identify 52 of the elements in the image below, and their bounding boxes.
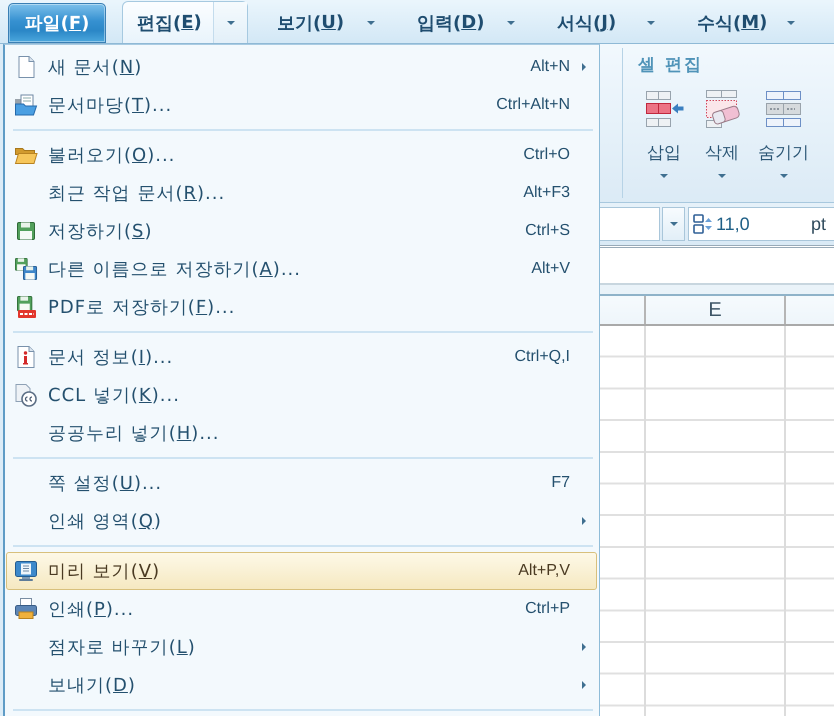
caret-icon [670, 222, 678, 226]
printer-icon [14, 597, 38, 621]
font-size-icon [693, 212, 713, 236]
hide-button[interactable]: 숨기기 [752, 87, 815, 184]
menu-item[interactable]: 문서마당(T)... Ctrl+Alt+N [6, 86, 597, 124]
shortcut-text: F7 [551, 474, 570, 492]
shortcut-text: Alt+P,V [518, 562, 570, 580]
menu-item[interactable]: 점자로 바꾸기(L) [6, 628, 597, 666]
formula-input-field[interactable] [600, 245, 834, 285]
menu-tab[interactable]: 보기(U) [262, 1, 388, 43]
monitor-icon [14, 559, 38, 583]
menu-tab[interactable]: 입력(D) [402, 1, 528, 43]
font-size-value[interactable]: 11,0 [716, 214, 808, 234]
shortcut-text: Ctrl+S [525, 222, 570, 240]
shortcut-text: Ctrl+P [525, 600, 570, 618]
shortcut-text: Ctrl+O [523, 146, 570, 164]
group-title: 셀 편집 [637, 54, 704, 77]
insert-cells-icon [644, 89, 684, 129]
menu-item[interactable]: 공공누리 넣기(H)... [6, 414, 597, 452]
shortcut-text: Ctrl+Q,I [514, 348, 570, 366]
menu-item[interactable]: 불러오기(O)... Ctrl+O [6, 136, 597, 174]
dropdown-button[interactable] [662, 207, 685, 241]
menu-tab[interactable]: 편집(E) [122, 1, 248, 43]
insert-button[interactable]: 삽입 [636, 87, 692, 184]
shortcut-text: Alt+F3 [523, 184, 570, 202]
column-header[interactable]: E [646, 296, 786, 324]
menu-item[interactable]: 미리 보기(V) Alt+P,V [6, 552, 597, 590]
menu-item[interactable]: 새 문서(N) Alt+N [6, 48, 597, 86]
cc-document-icon [14, 383, 38, 407]
menu-tab[interactable]: 수식(M) [682, 1, 808, 43]
pdf-floppy-icon [14, 295, 38, 319]
menu-item[interactable]: 보내기(D) [6, 666, 597, 704]
combo-field[interactable] [600, 207, 660, 241]
menu-item[interactable]: 저장하기(S) Ctrl+S [6, 212, 597, 250]
menu-item[interactable]: 문서 정보(I)... Ctrl+Q,I [6, 338, 597, 376]
menu-item[interactable]: 다른 이름으로 저장하기(A)... Alt+V [6, 250, 597, 288]
menu-item[interactable]: 인쇄 영역(Q) [6, 502, 597, 540]
folder-document-icon [14, 93, 38, 117]
menu-item[interactable]: CCL 넣기(K)... [6, 376, 597, 414]
menu-item[interactable]: 인쇄(P)... Ctrl+P [6, 590, 597, 628]
shortcut-text: Alt+N [530, 58, 570, 76]
table-rows-icon [764, 89, 804, 129]
menu-item[interactable]: PDF로 저장하기(F)... [6, 288, 597, 326]
menu-item[interactable]: 최근 작업 문서(R)... Alt+F3 [6, 174, 597, 212]
delete-button[interactable]: 삭제 [694, 87, 750, 184]
floppy-disks-icon [14, 257, 38, 281]
shortcut-text: Ctrl+Alt+N [496, 96, 570, 114]
shortcut-text: Alt+V [531, 260, 570, 278]
unit-label: pt [810, 214, 826, 234]
menu-tab[interactable]: 서식(J) [542, 1, 668, 43]
menu-item[interactable]: 쪽 설정(U)... F7 [6, 464, 597, 502]
file-menu-button[interactable]: 파일(F) [8, 3, 106, 43]
